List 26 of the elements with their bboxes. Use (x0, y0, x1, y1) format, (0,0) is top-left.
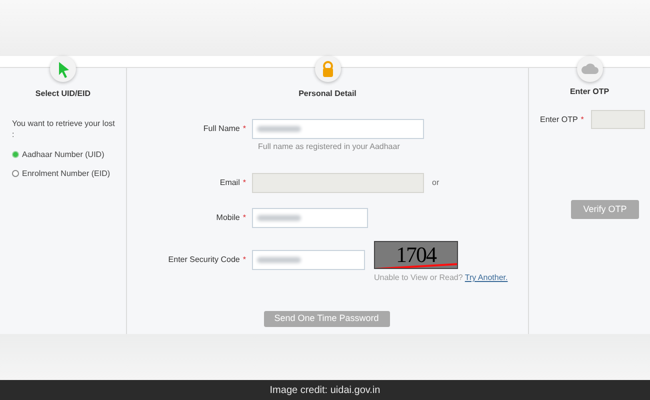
radio-option[interactable]: Aadhaar Number (UID) (12, 149, 104, 160)
mobile-field[interactable] (252, 208, 368, 228)
captcha-help: Unable to View or Read? (374, 273, 463, 282)
full-name-field[interactable] (252, 119, 424, 139)
step-title: Personal Detail (298, 88, 356, 100)
required-mark: * (242, 212, 246, 224)
or-text: or (432, 177, 440, 189)
step-title: Select UID/EID (35, 88, 91, 100)
prompt-colon: : (12, 129, 16, 140)
field-label: Enter OTP (540, 114, 578, 126)
required-mark: * (242, 123, 246, 135)
required-mark: * (242, 177, 246, 189)
field-label: Full Name (203, 123, 240, 135)
field-label: Email (220, 177, 240, 189)
field-hint: Full name as registered in your Aadhaar (258, 141, 400, 153)
required-mark: * (580, 114, 584, 126)
prompt-text: You want to retrieve your lost (12, 118, 116, 129)
try-another-link[interactable]: Try Another. (464, 273, 508, 282)
field-label: Enter Security Code (168, 254, 240, 266)
security-code-field[interactable] (252, 250, 365, 270)
required-mark: * (242, 254, 246, 266)
step-title: Enter OTP (570, 86, 610, 98)
image-credit-caption: Image credit: uidai.gov.in (270, 384, 380, 398)
radio-option[interactable]: Enrolment Number (EID) (12, 168, 110, 179)
field-label: Mobile (216, 212, 240, 224)
captcha-image: 1704 (374, 241, 458, 269)
